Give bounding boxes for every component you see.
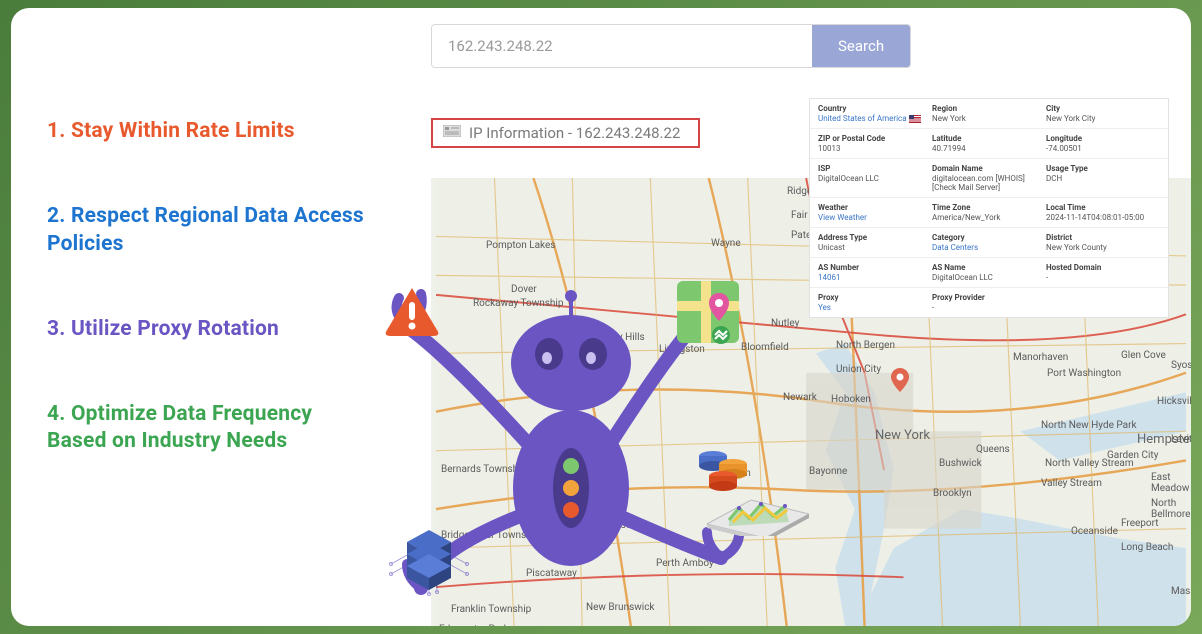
info-label: Time Zone <box>932 203 1046 212</box>
info-label: Region <box>932 104 1046 113</box>
map-label: Glen Cove <box>1121 350 1166 361</box>
info-value: digitalocean.com [WHOIS] [Check Mail Ser… <box>932 174 1046 192</box>
search-input[interactable] <box>432 25 812 67</box>
info-value: DigitalOcean LLC <box>818 174 932 183</box>
info-value: New York County <box>1046 243 1160 252</box>
map-label: Valley Stream <box>1041 478 1102 489</box>
map-label: North Bellmore <box>1151 498 1191 520</box>
info-value: New York City <box>1046 114 1160 123</box>
info-label: Domain Name <box>932 164 1046 173</box>
map-label: Hicksville <box>1157 396 1191 407</box>
info-value: - <box>1046 273 1160 282</box>
info-value: - <box>932 303 1046 312</box>
map-label: Union City <box>836 364 881 375</box>
map-label: Pompton Lakes <box>486 240 555 251</box>
info-label: Local Time <box>1046 203 1160 212</box>
info-value: DCH <box>1046 174 1160 183</box>
asn-link[interactable]: 14061 <box>818 273 932 282</box>
info-label: AS Name <box>932 263 1046 272</box>
proxy-link[interactable]: Yes <box>818 303 932 312</box>
info-row: CountryUnited States of America RegionNe… <box>810 99 1168 129</box>
map-label: Port Washington <box>1047 368 1121 379</box>
map-tile-icon <box>673 277 743 347</box>
map-label: North Valley Stream <box>1045 458 1134 469</box>
tips-list: 1. Stay Within Rate Limits 2. Respect Re… <box>47 118 367 514</box>
tip-1: 1. Stay Within Rate Limits <box>47 118 367 145</box>
info-label: Proxy <box>818 293 932 302</box>
weather-link[interactable]: View Weather <box>818 213 932 222</box>
info-value: -74.00501 <box>1046 144 1160 153</box>
info-row: WeatherView Weather Time ZoneAmerica/New… <box>810 198 1168 228</box>
chip-icon <box>387 512 471 596</box>
info-value: 10013 <box>818 144 932 153</box>
map-label: Wayne <box>711 238 741 249</box>
map-label: Queens <box>976 444 1010 455</box>
info-label: Latitude <box>932 134 1046 143</box>
map-label: Levittown <box>1171 434 1191 445</box>
info-value: Unicast <box>818 243 932 252</box>
info-row: ProxyYes Proxy Provider- <box>810 288 1168 317</box>
map-label: Bushwick <box>939 458 982 469</box>
map-label: New York <box>875 428 930 443</box>
info-row: AS Number14061 AS NameDigitalOcean LLC H… <box>810 258 1168 288</box>
info-value: DigitalOcean LLC <box>932 273 1046 282</box>
info-label: District <box>1046 233 1160 242</box>
info-value: 40.71994 <box>932 144 1046 153</box>
category-link[interactable]: Data Centers <box>932 243 1046 252</box>
search-button[interactable]: Search <box>812 25 910 67</box>
info-row: ISPDigitalOcean LLC Domain Namedigitaloc… <box>810 159 1168 198</box>
info-label: City <box>1046 104 1160 113</box>
flag-icon <box>909 115 921 123</box>
ip-info-header: IP Information - 162.243.248.22 <box>431 118 700 148</box>
info-value[interactable]: United States of America <box>818 114 932 123</box>
info-label: Usage Type <box>1046 164 1160 173</box>
map-label: East Meadow <box>1151 472 1191 494</box>
ip-info-text: IP Information - 162.243.248.22 <box>469 124 680 142</box>
info-value: New York <box>932 114 1046 123</box>
tip-4: 4. Optimize Data Frequency Based on Indu… <box>47 401 367 456</box>
map-label: Hoboken <box>831 394 871 405</box>
ip-info-icon <box>443 125 461 141</box>
info-label: ZIP or Postal Code <box>818 134 932 143</box>
info-row: ZIP or Postal Code10013 Latitude40.71994… <box>810 129 1168 159</box>
info-value: America/New_York <box>932 213 1046 222</box>
ip-info-panel: CountryUnited States of America RegionNe… <box>809 98 1169 318</box>
map-label: Long Beach <box>1121 542 1173 553</box>
warning-icon <box>383 286 441 338</box>
info-value: 2024-11-14T04:08:01-05:00 <box>1046 213 1160 222</box>
tip-3: 3. Utilize Proxy Rotation <box>47 316 367 343</box>
analytics-icon <box>689 446 809 536</box>
map-label: Bayonne <box>809 466 847 477</box>
map-label: North New Hyde Park <box>1041 420 1137 431</box>
map-label: Syosset <box>1171 360 1191 371</box>
tip-2: 2. Respect Regional Data Access Policies <box>47 203 367 258</box>
map-label: Manorhaven <box>1013 352 1068 363</box>
info-label: Address Type <box>818 233 932 242</box>
map-label: Brooklyn <box>933 488 972 499</box>
map-pin-icon <box>891 368 909 392</box>
info-label: Proxy Provider <box>932 293 1046 302</box>
map-label: Oceanside <box>1071 526 1118 537</box>
search-bar: Search <box>431 24 911 68</box>
info-label: Weather <box>818 203 932 212</box>
info-label: Country <box>818 104 932 113</box>
info-label: Longitude <box>1046 134 1160 143</box>
map-label: North Bergen <box>836 340 895 351</box>
info-label: ISP <box>818 164 932 173</box>
info-label: AS Number <box>818 263 932 272</box>
info-row: Address TypeUnicast CategoryData Centers… <box>810 228 1168 258</box>
map-label: Massapequa <box>1171 586 1191 597</box>
card: 1. Stay Within Rate Limits 2. Respect Re… <box>11 8 1191 626</box>
info-label: Hosted Domain <box>1046 263 1160 272</box>
info-label: Category <box>932 233 1046 242</box>
